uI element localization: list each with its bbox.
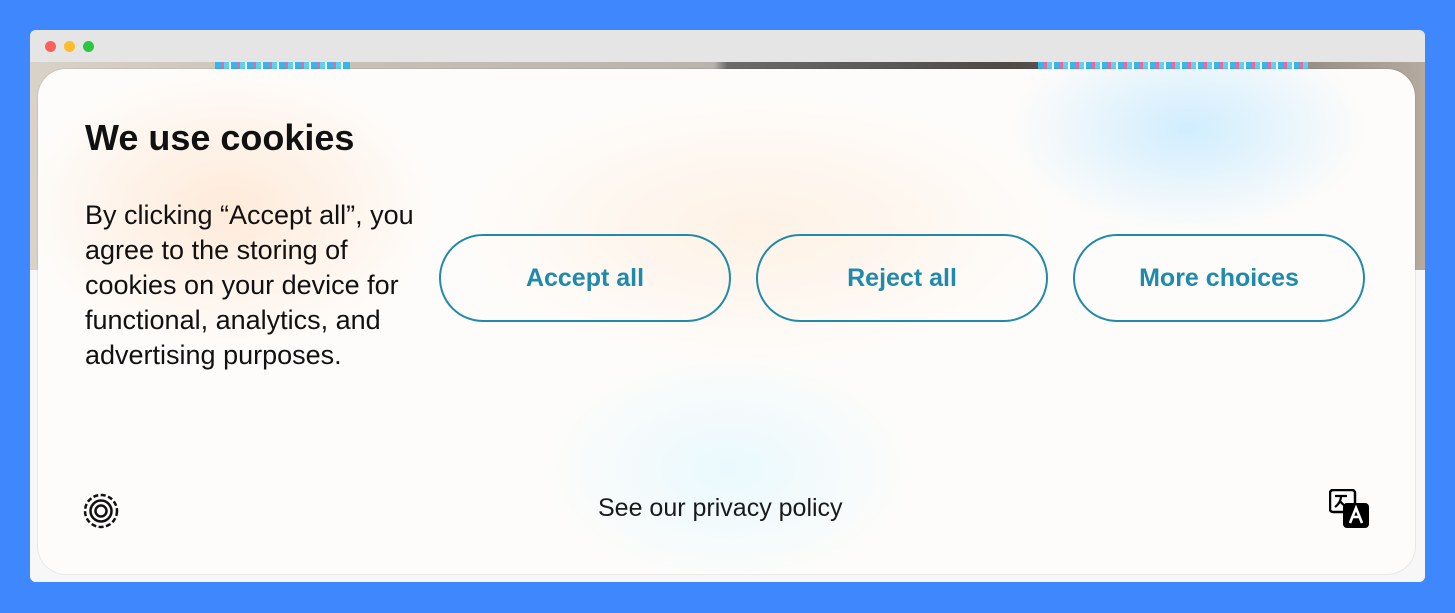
translate-icon[interactable] (1328, 488, 1371, 529)
minimize-window-button[interactable] (64, 41, 75, 52)
close-window-button[interactable] (45, 41, 56, 52)
accept-all-button[interactable]: Accept all (439, 234, 731, 322)
more-choices-button[interactable]: More choices (1073, 234, 1365, 322)
consent-description: By clicking “Accept all”, you agree to t… (85, 200, 414, 370)
cookie-consent-dialog: We use cookies By clicking “Accept all”,… (38, 69, 1415, 574)
zoom-window-button[interactable] (83, 41, 94, 52)
privacy-policy-link[interactable]: See our privacy policy (598, 494, 843, 523)
window-titlebar (30, 30, 1425, 62)
dialog-title: We use cookies (85, 117, 355, 158)
reject-all-button[interactable]: Reject all (756, 234, 1048, 322)
browser-window: We use cookies By clicking “Accept all”,… (30, 30, 1425, 582)
consent-logo-icon (83, 493, 119, 529)
